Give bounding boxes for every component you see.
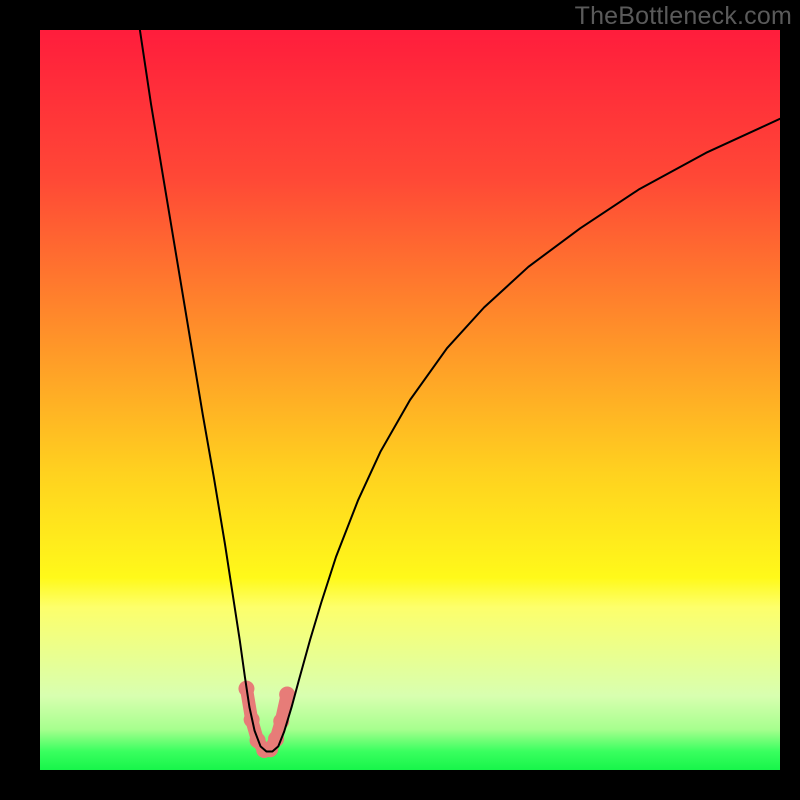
bottleneck-plot xyxy=(40,30,780,770)
chart-frame: TheBottleneck.com xyxy=(0,0,800,800)
watermark-label: TheBottleneck.com xyxy=(575,2,792,31)
plot-svg xyxy=(40,30,780,770)
